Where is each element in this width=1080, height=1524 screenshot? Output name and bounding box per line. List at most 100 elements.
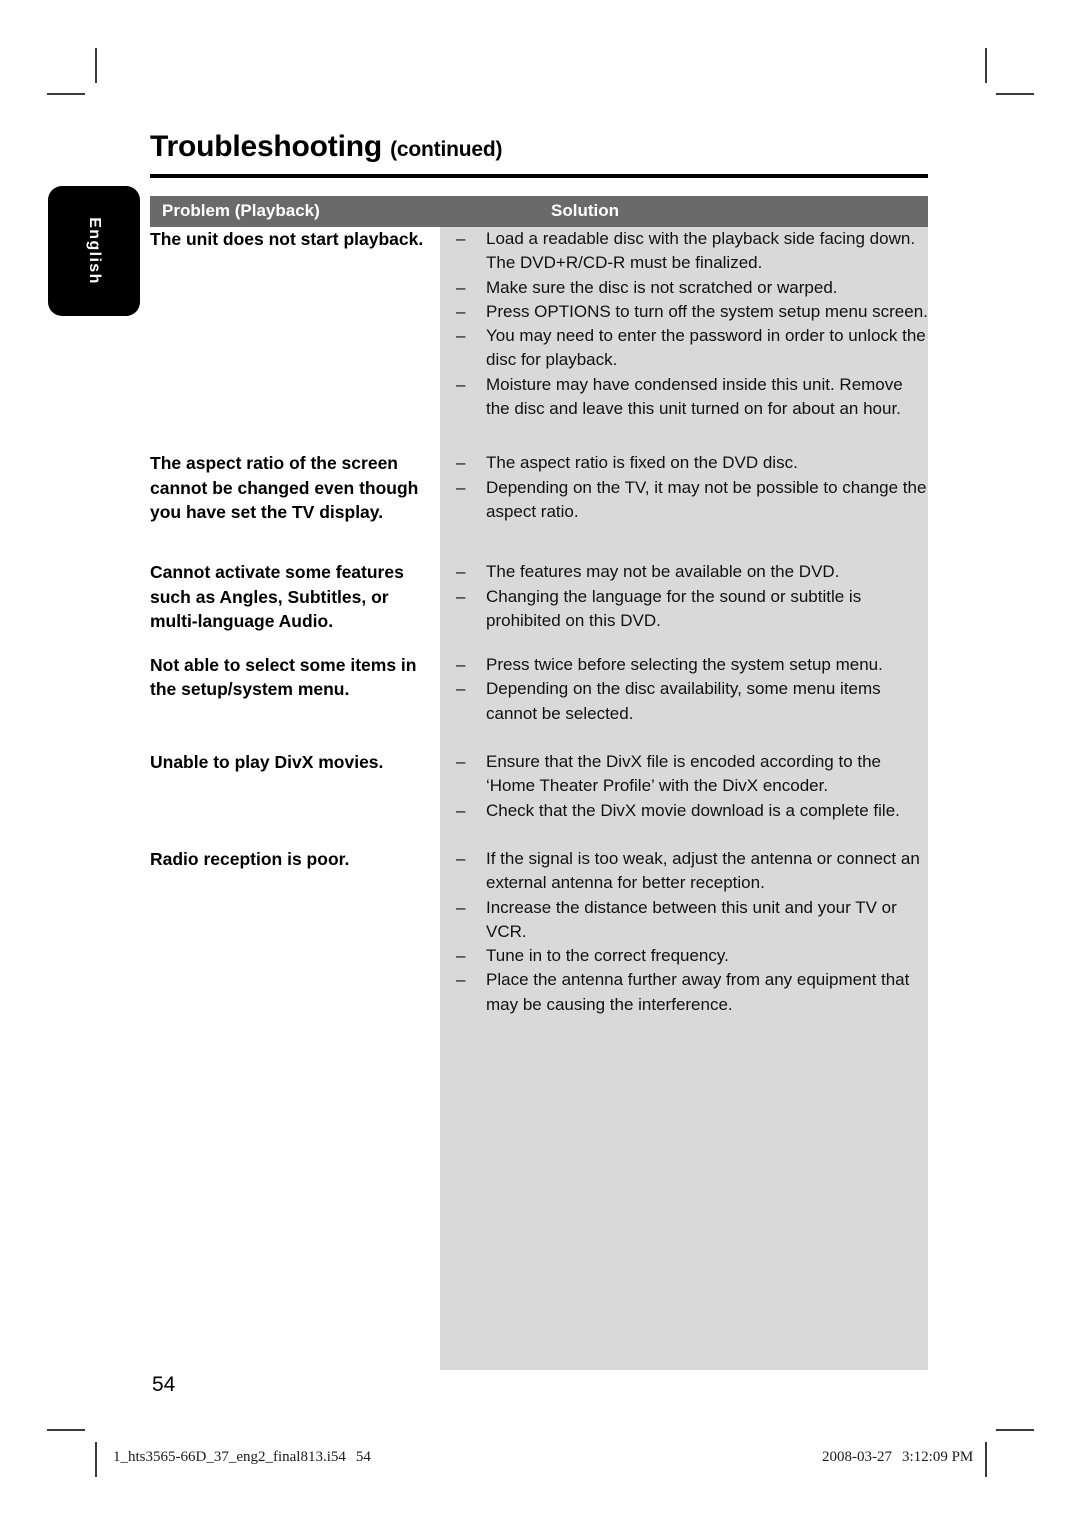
crop-mark-bottom-left-vertical <box>95 1442 97 1477</box>
bullet-dash-icon: – <box>456 800 466 820</box>
solution-cell: – Load a readable disc with the playback … <box>440 227 928 421</box>
problem-cell: The aspect ratio of the screen cannot be… <box>150 451 440 524</box>
page-title: Troubleshooting (continued) <box>150 130 502 164</box>
solution-bullet: – Ensure that the DivX file is encoded ac… <box>456 750 928 799</box>
footer-file-info: 1_hts3565-66D_37_eng2_final813.i54 54 <box>113 1449 371 1466</box>
bullet-dash-icon: – <box>456 229 466 248</box>
table-body: The unit does not start playback. – Load a… <box>150 227 928 1017</box>
bullet-dash-icon: – <box>456 277 466 297</box>
solution-text: Ensure that the DivX file is encoded acc… <box>486 752 882 796</box>
solution-list: – Press twice before selecting the system… <box>456 653 928 726</box>
language-tab-label: English <box>86 217 103 285</box>
solution-text: Check that the DivX movie download is a … <box>486 800 900 820</box>
table-row: Unable to play DivX movies. – Ensure that … <box>150 750 928 823</box>
problem-text: The unit does not start playback. <box>150 229 424 249</box>
bullet-dash-icon: – <box>456 752 466 772</box>
solution-list: – The features may not be available on th… <box>456 560 928 633</box>
page-number: 54 <box>152 1373 176 1396</box>
solution-text: Changing the language for the sound or s… <box>486 586 862 630</box>
column-header-solution: Solution <box>551 201 619 220</box>
solution-bullet: – Make sure the disc is not scratched or … <box>456 276 928 300</box>
bullet-dash-icon: – <box>456 848 466 868</box>
table-row: Not able to select some items in the set… <box>150 653 928 726</box>
solution-bullet: – Changing the language for the sound or … <box>456 585 928 634</box>
bullet-dash-icon: – <box>456 453 466 473</box>
bullet-dash-icon: – <box>456 897 466 917</box>
crop-mark-top-left-horizontal <box>47 93 85 95</box>
solution-list: – If the signal is too weak, adjust the a… <box>456 847 928 1017</box>
bullet-dash-icon: – <box>456 326 466 346</box>
bullet-dash-icon: – <box>456 586 466 606</box>
solution-text: Tune in to the correct frequency. <box>486 946 729 966</box>
solution-bullet: – The aspect ratio is fixed on the DVD di… <box>456 451 928 475</box>
problem-cell: Unable to play DivX movies. <box>150 750 440 774</box>
table-row: Cannot activate some features such as An… <box>150 560 928 633</box>
solution-cell: – Ensure that the DivX file is encoded ac… <box>440 750 928 823</box>
table-row: The aspect ratio of the screen cannot be… <box>150 451 928 524</box>
solution-cell: – The aspect ratio is fixed on the DVD di… <box>440 451 928 524</box>
bullet-dash-icon: – <box>456 562 466 582</box>
solution-bullet: – Press OPTIONS to turn off the system se… <box>456 300 928 324</box>
solution-bullet: – Increase the distance between this unit… <box>456 896 928 945</box>
solution-list: – Load a readable disc with the playback … <box>456 227 928 421</box>
solution-text: Depending on the disc availability, some… <box>486 679 881 723</box>
problem-text: The aspect ratio of the screen cannot be… <box>150 453 419 522</box>
problem-cell: Not able to select some items in the set… <box>150 653 440 702</box>
crop-mark-bottom-left-horizontal <box>47 1429 85 1431</box>
solution-list: – Ensure that the DivX file is encoded ac… <box>456 750 928 823</box>
solution-text: Make sure the disc is not scratched or w… <box>486 277 838 297</box>
solution-bullet: – Load a readable disc with the playback … <box>456 227 928 276</box>
bullet-dash-icon: – <box>456 655 466 675</box>
solution-text: The aspect ratio is fixed on the DVD dis… <box>486 453 798 473</box>
footer-timestamp: 2008-03-27 3:12:09 PM <box>822 1449 973 1466</box>
page-title-main: Troubleshooting <box>150 130 382 163</box>
solution-bullet: – You may need to enter the password in o… <box>456 324 928 373</box>
footer-time: 3:12:09 PM <box>902 1449 974 1465</box>
problem-cell: Cannot activate some features such as An… <box>150 560 440 633</box>
solution-bullet: – If the signal is too weak, adjust the a… <box>456 847 928 896</box>
solution-bullet: – Check that the DivX movie download is a… <box>456 799 928 823</box>
footer-date: 2008-03-27 <box>822 1449 892 1465</box>
solution-bullet: – The features may not be available on th… <box>456 560 928 584</box>
solution-bullet: – Tune in to the correct frequency. <box>456 944 928 968</box>
solution-list: – The aspect ratio is fixed on the DVD di… <box>456 451 928 524</box>
crop-mark-bottom-right-vertical <box>985 1442 987 1477</box>
solution-bullet: – Moisture may have condensed inside this… <box>456 373 928 422</box>
problem-cell: Radio reception is poor. <box>150 847 440 871</box>
solution-cell: – The features may not be available on th… <box>440 560 928 633</box>
problem-cell: The unit does not start playback. <box>150 227 440 251</box>
bullet-dash-icon: – <box>456 679 466 699</box>
column-header-problem: Problem (Playback) <box>162 201 320 220</box>
solution-cell: – Press twice before selecting the system… <box>440 653 928 726</box>
solution-text: If the signal is too weak, adjust the an… <box>486 848 920 893</box>
solution-text: Load a readable disc with the playback s… <box>486 229 916 273</box>
problem-text: Not able to select some items in the set… <box>150 655 417 700</box>
crop-mark-bottom-right-horizontal <box>996 1429 1034 1431</box>
bullet-dash-icon: – <box>456 477 466 497</box>
solution-text: Press twice before selecting the system … <box>486 655 883 675</box>
bullet-dash-icon: – <box>456 946 466 966</box>
solution-text: Press OPTIONS to turn off the system set… <box>486 301 928 321</box>
solution-cell: – If the signal is too weak, adjust the a… <box>440 847 928 1017</box>
crop-mark-top-right-vertical <box>985 48 987 83</box>
problem-text: Radio reception is poor. <box>150 848 350 869</box>
bullet-dash-icon: – <box>456 970 466 990</box>
bullet-dash-icon: – <box>456 374 466 394</box>
solution-bullet: – Depending on the disc availability, som… <box>456 677 928 726</box>
table-header-row: Problem (Playback) Solution <box>150 196 928 227</box>
title-divider <box>150 174 928 178</box>
problem-text: Cannot activate some features such as An… <box>150 562 404 631</box>
table-row: The unit does not start playback. – Load a… <box>150 227 928 421</box>
solution-text: Moisture may have condensed inside this … <box>486 374 903 419</box>
footer-file-name: 1_hts3565-66D_37_eng2_final813.i54 <box>113 1449 346 1465</box>
language-tab: English <box>48 186 140 316</box>
solution-bullet: – Place the antenna further away from any… <box>456 968 928 1017</box>
crop-mark-top-left-vertical <box>95 48 97 83</box>
solution-text: The features may not be available on the… <box>486 562 840 582</box>
troubleshooting-table: Problem (Playback) Solution <box>150 196 928 227</box>
solution-text: You may need to enter the password in or… <box>486 326 926 370</box>
solution-text: Increase the distance between this unit … <box>486 897 897 941</box>
table-row: Radio reception is poor. – If the signal i… <box>150 847 928 1017</box>
bullet-dash-icon: – <box>456 301 466 321</box>
problem-text: Unable to play DivX movies. <box>150 752 384 773</box>
